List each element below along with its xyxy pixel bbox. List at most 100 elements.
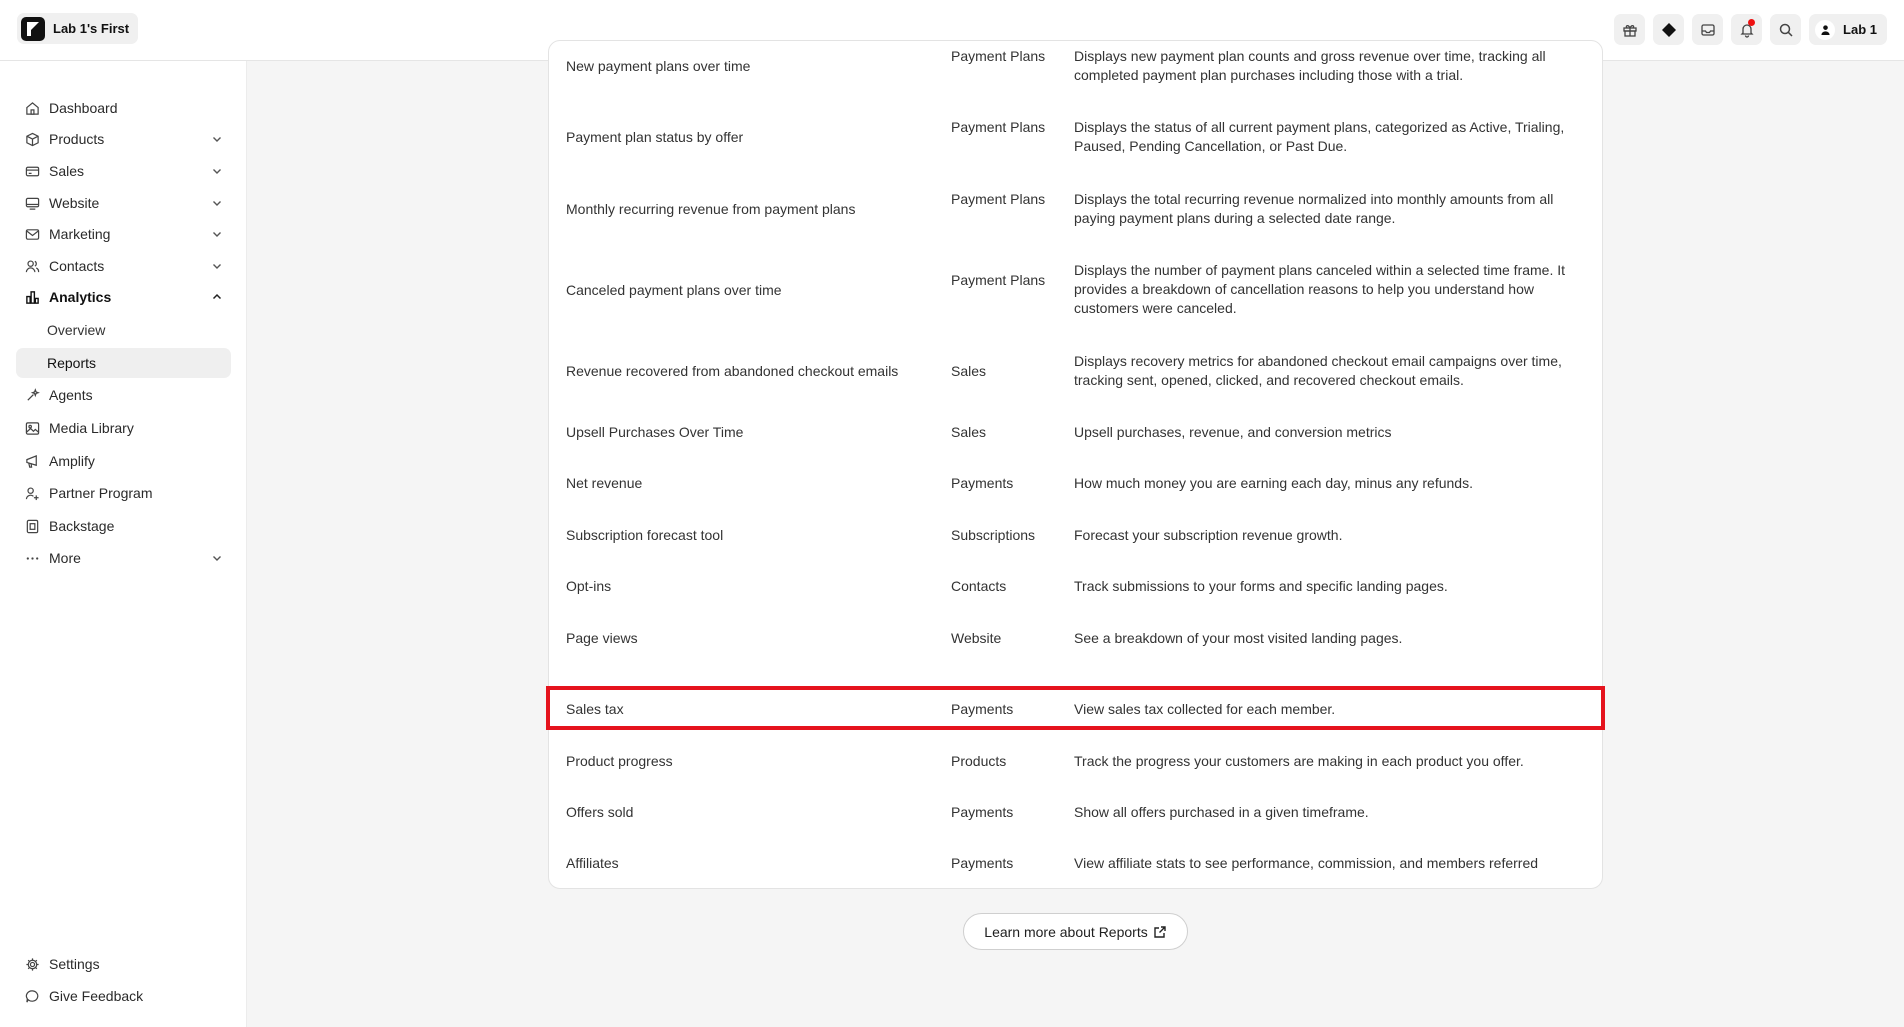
image-icon [24, 420, 40, 436]
sidebar-item-label: Amplify [49, 453, 95, 469]
users-icon [24, 258, 40, 274]
home-icon [24, 100, 40, 116]
report-name[interactable]: Product progress [566, 752, 926, 771]
chevron-down-icon[interactable] [211, 552, 223, 564]
avatar [1815, 19, 1836, 40]
report-name[interactable]: Monthly recurring revenue from payment p… [566, 200, 926, 219]
gift-button[interactable] [1614, 14, 1646, 45]
sidebar-item-label: Analytics [49, 289, 112, 305]
sidebar-subitem-overview[interactable]: Overview [16, 315, 231, 345]
chevron-down-icon[interactable] [211, 133, 223, 145]
inbox-button[interactable] [1692, 14, 1724, 45]
sidebar-item-contacts[interactable]: Contacts [16, 251, 231, 281]
sidebar-item-products[interactable]: Products [16, 124, 231, 154]
chat-icon [24, 988, 40, 1004]
diamond-button[interactable] [1653, 14, 1685, 45]
sidebar-item-label: Backstage [49, 518, 115, 534]
report-category: Payments [951, 855, 1014, 871]
sidebar-item-sales[interactable]: Sales [16, 156, 231, 186]
report-name[interactable]: Page views [566, 629, 926, 648]
report-description: Displays the total recurring revenue nor… [1074, 191, 1554, 226]
sidebar-subitem-reports[interactable]: Reports [16, 348, 231, 378]
chevron-down-icon[interactable] [211, 228, 223, 240]
report-name[interactable]: Affiliates [566, 854, 926, 873]
report-description: See a breakdown of your most visited lan… [1074, 630, 1403, 646]
report-description: Track submissions to your forms and spec… [1074, 578, 1448, 594]
sidebar-item-amplify[interactable]: Amplify [16, 446, 231, 476]
user-name: Lab 1 [1843, 22, 1877, 37]
sidebar-item-website[interactable]: Website [16, 188, 231, 218]
report-category: Payments [951, 804, 1014, 820]
sidebar-item-give-feedback[interactable]: Give Feedback [16, 981, 231, 1011]
report-name[interactable]: Payment plan status by offer [566, 128, 926, 147]
chart-icon [24, 289, 40, 305]
sidebar-item-label: Marketing [49, 226, 111, 242]
sidebar-subitem-label: Overview [47, 322, 106, 338]
sidebar-item-dashboard[interactable]: Dashboard [16, 93, 231, 123]
report-category: Sales [951, 363, 987, 379]
user-icon [1820, 25, 1830, 35]
search-button[interactable] [1770, 14, 1802, 45]
report-name[interactable]: Net revenue [566, 474, 926, 493]
report-name[interactable]: Subscription forecast tool [566, 526, 926, 545]
external-link-icon [1154, 925, 1166, 938]
report-category: Contacts [951, 578, 1007, 594]
sidebar-item-more[interactable]: More [16, 543, 231, 573]
learn-more-button[interactable]: Learn more about Reports [963, 913, 1188, 950]
report-category: Subscriptions [951, 527, 1036, 543]
sidebar-item-label: Sales [49, 163, 85, 179]
report-description: Track the progress your customers are ma… [1074, 753, 1524, 769]
report-name[interactable]: Canceled payment plans over time [566, 281, 926, 300]
chevron-up-icon[interactable] [211, 291, 223, 303]
report-category: Website [951, 630, 1002, 646]
sidebar-item-label: More [49, 550, 81, 566]
gift-icon [1622, 24, 1637, 37]
report-description: Displays recovery metrics for abandoned … [1074, 353, 1562, 388]
report-name[interactable]: Upsell Purchases Over Time [566, 423, 926, 442]
report-name[interactable]: Opt-ins [566, 577, 926, 596]
brand-logo-icon [21, 16, 45, 41]
report-description: Show all offers purchased in a given tim… [1074, 804, 1369, 820]
sidebar-item-label: Contacts [49, 258, 105, 274]
sidebar-item-media-library[interactable]: Media Library [16, 413, 231, 443]
gear-icon [24, 956, 40, 972]
report-description: Displays new payment plan counts and gro… [1074, 48, 1546, 83]
sidebar-item-settings[interactable]: Settings [16, 949, 231, 979]
report-name[interactable]: New payment plans over time [566, 57, 926, 76]
learn-more-label: Learn more about Reports [984, 923, 1148, 940]
report-description: Displays the number of payment plans can… [1074, 262, 1566, 316]
box-icon [24, 131, 40, 147]
dots-icon [24, 550, 40, 566]
sidebar-item-label: Settings [49, 956, 100, 972]
megaphone-icon [24, 453, 40, 469]
sidebar-item-label: Products [49, 131, 105, 147]
sidebar-item-partner-program[interactable]: Partner Program [16, 478, 231, 508]
notifications-button[interactable] [1731, 14, 1763, 45]
sidebar-item-backstage[interactable]: Backstage [16, 511, 231, 541]
report-category: Payment Plans [951, 48, 1046, 64]
diamond-icon [1661, 22, 1676, 37]
report-name[interactable]: Revenue recovered from abandoned checkou… [566, 362, 926, 381]
backstage-icon [24, 518, 40, 534]
report-category: Payment Plans [951, 191, 1046, 207]
chevron-down-icon[interactable] [211, 197, 223, 209]
report-description: View sales tax collected for each member… [1074, 701, 1336, 717]
report-name[interactable]: Offers sold [566, 803, 926, 822]
chevron-down-icon[interactable] [211, 165, 223, 177]
sidebar-item-agents[interactable]: Agents [16, 380, 231, 410]
user-menu[interactable]: Lab 1 [1809, 14, 1887, 45]
report-category: Payments [951, 475, 1014, 491]
workspace-switcher[interactable]: Lab 1's First [17, 13, 139, 44]
report-category: Payment Plans [951, 272, 1046, 288]
sidebar-item-marketing[interactable]: Marketing [16, 219, 231, 249]
sidebar-item-label: Partner Program [49, 485, 153, 501]
chevron-down-icon[interactable] [211, 260, 223, 272]
notification-badge [1748, 19, 1756, 26]
sidebar-item-analytics[interactable]: Analytics [16, 282, 231, 312]
sidebar: Dashboard Products Sales Website Marketi… [0, 61, 247, 1027]
sidebar-subitem-label: Reports [47, 355, 97, 371]
report-name[interactable]: Sales tax [566, 700, 926, 719]
report-category: Products [951, 753, 1007, 769]
sidebar-item-label: Media Library [49, 420, 134, 436]
workspace-name: Lab 1's First [53, 21, 130, 36]
